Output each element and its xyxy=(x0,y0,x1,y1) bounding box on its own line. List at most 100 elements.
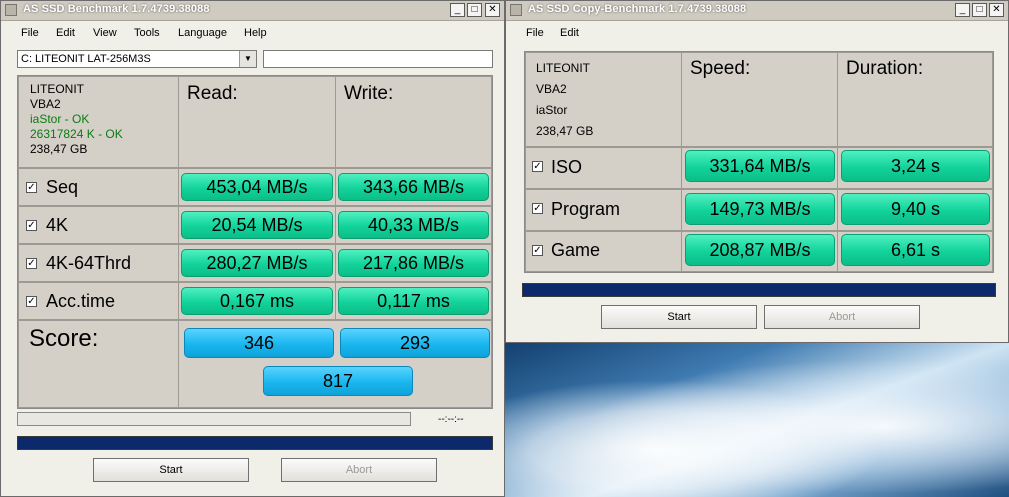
drive-info-cell: LITEONIT VBA2 iaStor - OK 26317824 K - O… xyxy=(18,76,179,168)
row-label-acc-time: Acc.time xyxy=(46,291,116,311)
task-progress-bar xyxy=(17,412,411,426)
start-button[interactable]: Start xyxy=(93,458,249,482)
elapsed-time: --:--:-- xyxy=(438,414,464,425)
iso-checkbox[interactable]: ✓ xyxy=(532,161,543,172)
program-checkbox[interactable]: ✓ xyxy=(532,203,543,214)
wallpaper-mountain xyxy=(505,340,1009,497)
close-button[interactable]: ✕ xyxy=(485,3,500,17)
write-header-cell: Write: xyxy=(335,76,492,168)
read-header: Read: xyxy=(187,83,238,104)
benchmark-window: AS SSD Benchmark 1.7.4739.38088 _ □ ✕ Fi… xyxy=(0,0,505,497)
iso-duration-value: 3,24 s xyxy=(841,150,990,182)
game-checkbox[interactable]: ✓ xyxy=(532,245,543,256)
benchmark-titlebar[interactable]: AS SSD Benchmark 1.7.4739.38088 _ □ ✕ xyxy=(1,1,504,21)
drive-model: LITEONIT xyxy=(536,61,591,75)
start-button[interactable]: Start xyxy=(601,305,757,329)
4k64-read-value: 280,27 MB/s xyxy=(181,249,333,277)
app-icon xyxy=(510,4,522,16)
game-speed-value: 208,87 MB/s xyxy=(685,234,835,266)
menu-view[interactable]: View xyxy=(93,27,117,39)
drive-firmware: VBA2 xyxy=(536,82,567,96)
close-button[interactable]: ✕ xyxy=(989,3,1004,17)
4k64-write-value: 217,86 MB/s xyxy=(338,249,489,277)
drive-model: LITEONIT xyxy=(30,82,85,96)
speed-header: Speed: xyxy=(690,58,751,79)
menu-help[interactable]: Help xyxy=(244,27,267,39)
duration-header: Duration: xyxy=(846,58,924,79)
write-header: Write: xyxy=(344,83,394,104)
row-label-cell: ✓ Seq xyxy=(18,168,179,206)
row-label-game: Game xyxy=(551,240,601,260)
drive-select-value: C: LITEONIT LAT-256M3S xyxy=(21,53,151,65)
menu-bar: File Edit View Tools Language Help xyxy=(1,21,504,43)
row-label-4k64: 4K-64Thrd xyxy=(46,253,132,273)
menu-file[interactable]: File xyxy=(21,27,39,39)
minimize-button[interactable]: _ xyxy=(955,3,970,17)
row-label-cell: ✓ Game xyxy=(525,231,682,272)
overall-progress-bar xyxy=(17,436,493,450)
row-label-iso: ISO xyxy=(551,157,583,177)
acc-time-write-value: 0,117 ms xyxy=(338,287,489,315)
menu-bar: File Edit xyxy=(506,21,1008,43)
4k-read-value: 20,54 MB/s xyxy=(181,211,333,239)
row-label-cell: ✓ Program xyxy=(525,189,682,231)
driver-name: iaStor xyxy=(536,103,568,117)
window-title: AS SSD Copy-Benchmark 1.7.4739.38088 xyxy=(528,3,747,15)
row-label-4k: 4K xyxy=(46,215,69,235)
copy-progress-bar xyxy=(522,283,996,297)
row-label-cell: ✓ ISO xyxy=(525,147,682,189)
program-duration-value: 9,40 s xyxy=(841,193,990,225)
app-icon xyxy=(5,4,17,16)
score-read: 346 xyxy=(184,328,334,358)
alignment-status: 26317824 K - OK xyxy=(30,127,123,141)
score-total: 817 xyxy=(263,366,413,396)
drive-capacity: 238,47 GB xyxy=(30,142,88,156)
speed-header-cell: Speed: xyxy=(681,52,838,147)
row-label-cell: ✓ 4K-64Thrd xyxy=(18,244,179,282)
seq-write-value: 343,66 MB/s xyxy=(338,173,489,201)
drive-capacity: 238,47 GB xyxy=(536,124,594,138)
menu-edit[interactable]: Edit xyxy=(56,27,75,39)
maximize-button[interactable]: □ xyxy=(467,3,482,17)
4k64-checkbox[interactable]: ✓ xyxy=(26,258,37,269)
row-label-cell: ✓ 4K xyxy=(18,206,179,244)
seq-read-value: 453,04 MB/s xyxy=(181,173,333,201)
seq-checkbox[interactable]: ✓ xyxy=(26,182,37,193)
4k-write-value: 40,33 MB/s xyxy=(338,211,489,239)
game-duration-value: 6,61 s xyxy=(841,234,990,266)
4k-checkbox[interactable]: ✓ xyxy=(26,220,37,231)
drive-select[interactable]: C: LITEONIT LAT-256M3S ▼ xyxy=(17,50,257,68)
menu-tools[interactable]: Tools xyxy=(134,27,160,39)
maximize-button[interactable]: □ xyxy=(972,3,987,17)
program-speed-value: 149,73 MB/s xyxy=(685,193,835,225)
driver-status: iaStor - OK xyxy=(30,112,90,126)
results-grid: LITEONIT VBA2 iaStor - OK 26317824 K - O… xyxy=(17,75,493,409)
drive-info: LITEONIT VBA2 iaStor - OK 26317824 K - O… xyxy=(30,82,123,157)
acc-time-checkbox[interactable]: ✓ xyxy=(26,296,37,307)
score-label-cell: Score: xyxy=(18,320,179,408)
drive-firmware: VBA2 xyxy=(30,97,61,111)
window-title: AS SSD Benchmark 1.7.4739.38088 xyxy=(23,3,210,15)
acc-time-read-value: 0,167 ms xyxy=(181,287,333,315)
duration-header-cell: Duration: xyxy=(837,52,993,147)
copy-benchmark-window: AS SSD Copy-Benchmark 1.7.4739.38088 _ □… xyxy=(505,0,1009,343)
copy-drive-info: LITEONIT VBA2 iaStor 238,47 GB xyxy=(536,58,593,142)
abort-button[interactable]: Abort xyxy=(281,458,437,482)
copy-results-grid: LITEONIT VBA2 iaStor 238,47 GB Speed: Du… xyxy=(524,51,994,273)
drive-path-field[interactable] xyxy=(263,50,493,68)
row-label-program: Program xyxy=(551,199,621,219)
abort-button[interactable]: Abort xyxy=(764,305,920,329)
copy-drive-info-cell: LITEONIT VBA2 iaStor 238,47 GB xyxy=(525,52,682,147)
menu-file[interactable]: File xyxy=(526,27,544,39)
copy-titlebar[interactable]: AS SSD Copy-Benchmark 1.7.4739.38088 _ □… xyxy=(506,1,1008,21)
menu-language[interactable]: Language xyxy=(178,27,227,39)
read-header-cell: Read: xyxy=(178,76,336,168)
iso-speed-value: 331,64 MB/s xyxy=(685,150,835,182)
menu-edit[interactable]: Edit xyxy=(560,27,579,39)
score-write: 293 xyxy=(340,328,490,358)
chevron-down-icon[interactable]: ▼ xyxy=(239,51,256,67)
row-label-cell: ✓ Acc.time xyxy=(18,282,179,320)
row-label-seq: Seq xyxy=(46,177,79,197)
score-label: Score: xyxy=(29,325,99,352)
minimize-button[interactable]: _ xyxy=(450,3,465,17)
